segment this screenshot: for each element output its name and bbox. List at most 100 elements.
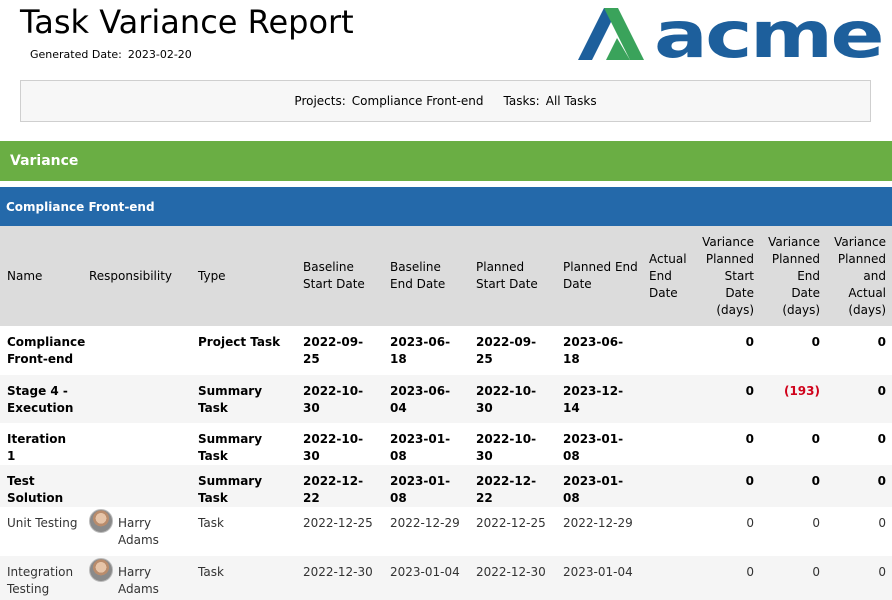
- cell-variance-start: 0: [746, 565, 754, 579]
- cell-variance-start: 0: [745, 432, 754, 446]
- col-variance-actual[interactable]: Variance Planned and Actual (days): [826, 226, 892, 326]
- table-row[interactable]: Test Solution Summary Task 2022-12-22 20…: [0, 465, 892, 507]
- tasks-label: Tasks:: [503, 94, 540, 108]
- cell-planned-end: 2023-06-18: [563, 335, 624, 366]
- projects-value: Compliance Front-end: [351, 94, 484, 108]
- avatar: [89, 509, 113, 533]
- cell-type: Summary Task: [198, 384, 263, 415]
- cell-planned-end: 2023-01-04: [563, 565, 633, 579]
- cell-variance-actual: 0: [878, 516, 886, 530]
- cell-variance-actual: 0: [877, 335, 886, 349]
- cell-baseline-end: 2023-01-08: [390, 432, 451, 463]
- generated-date: Generated Date: 2023-02-20: [30, 48, 192, 61]
- cell-baseline-start: 2022-09-25: [303, 335, 364, 366]
- avatar: [89, 558, 113, 582]
- cell-variance-actual: 0: [877, 432, 886, 446]
- acme-logo: acme: [578, 6, 884, 62]
- cell-baseline-end: 2023-01-04: [390, 565, 460, 579]
- col-actual-end[interactable]: Actual End Date: [642, 226, 695, 326]
- cell-variance-start: 0: [745, 474, 754, 488]
- col-type[interactable]: Type: [191, 226, 296, 326]
- cell-name: Unit Testing: [7, 516, 78, 530]
- cell-variance-start: 0: [745, 384, 754, 398]
- cell-variance-end: (193): [783, 384, 820, 398]
- col-responsibility[interactable]: Responsibility: [82, 226, 191, 326]
- cell-baseline-start: 2022-12-25: [303, 516, 373, 530]
- cell-responsibility: Harry Adams: [82, 556, 191, 600]
- table-row[interactable]: Integration Testing Harry Adams Task 202…: [0, 556, 892, 600]
- col-baseline-end[interactable]: Baseline End Date: [383, 226, 469, 326]
- cell-variance-end: 0: [811, 474, 820, 488]
- cell-name: Test Solution: [7, 474, 64, 505]
- col-baseline-start[interactable]: Baseline Start Date: [296, 226, 383, 326]
- cell-variance-end: 0: [811, 335, 820, 349]
- cell-type: Summary Task: [198, 474, 263, 505]
- cell-actual-end: [642, 556, 695, 600]
- col-planned-start[interactable]: Planned Start Date: [469, 226, 556, 326]
- cell-type: Project Task: [198, 335, 281, 349]
- cell-variance-end: 0: [811, 432, 820, 446]
- tasks-value: All Tasks: [545, 94, 597, 108]
- col-planned-end[interactable]: Planned End Date: [556, 226, 642, 326]
- table-row[interactable]: Unit Testing Harry Adams Task 2022-12-25…: [0, 507, 892, 556]
- cell-variance-start: 0: [745, 335, 754, 349]
- cell-planned-start: 2022-12-22: [476, 474, 537, 505]
- table-row[interactable]: Stage 4 - Execution Summary Task 2022-10…: [0, 375, 892, 423]
- cell-baseline-end: 2023-01-08: [390, 474, 451, 505]
- table-row[interactable]: Iteration 1 Summary Task 2022-10-30 2023…: [0, 423, 892, 465]
- variance-section-header: Variance: [0, 141, 892, 181]
- cell-actual-end: [642, 507, 695, 556]
- cell-actual-end: [642, 465, 695, 507]
- generated-date-label: Generated Date:: [30, 48, 122, 61]
- cell-name: Compliance Front-end: [7, 335, 86, 366]
- cell-baseline-start: 2022-12-22: [303, 474, 364, 505]
- cell-variance-actual: 0: [877, 384, 886, 398]
- variance-table: Name Responsibility Type Baseline Start …: [0, 226, 892, 600]
- cell-baseline-end: 2023-06-18: [390, 335, 451, 366]
- col-name[interactable]: Name: [0, 226, 82, 326]
- report-title: Task Variance Report: [20, 3, 354, 41]
- cell-responsibility: [82, 465, 191, 507]
- cell-actual-end: [642, 326, 695, 375]
- table-header-row: Name Responsibility Type Baseline Start …: [0, 226, 892, 326]
- cell-variance-actual: 0: [877, 474, 886, 488]
- cell-responsibility: Harry Adams: [82, 507, 191, 556]
- cell-responsibility: [82, 375, 191, 423]
- cell-type: Summary Task: [198, 432, 263, 463]
- cell-planned-end: 2023-12-14: [563, 384, 624, 415]
- cell-planned-start: 2022-12-30: [476, 565, 546, 579]
- cell-name: Integration Testing: [7, 565, 74, 596]
- col-variance-start[interactable]: Variance Planned Start Date (days): [695, 226, 760, 326]
- cell-planned-start: 2022-10-30: [476, 384, 537, 415]
- cell-variance-actual: 0: [878, 565, 886, 579]
- cell-planned-start: 2022-09-25: [476, 335, 537, 366]
- cell-responsibility: [82, 423, 191, 465]
- responsibility-name: Harry Adams: [118, 516, 159, 547]
- generated-date-value: 2023-02-20: [127, 48, 192, 61]
- cell-baseline-start: 2022-10-30: [303, 384, 364, 415]
- filter-summary: Projects: Compliance Front-end Tasks: Al…: [20, 80, 871, 122]
- projects-label: Projects:: [294, 94, 346, 108]
- cell-baseline-end: 2023-06-04: [390, 384, 451, 415]
- cell-planned-end: 2022-12-29: [563, 516, 633, 530]
- cell-actual-end: [642, 375, 695, 423]
- cell-name: Iteration 1: [7, 432, 66, 463]
- cell-actual-end: [642, 423, 695, 465]
- svg-text:acme: acme: [654, 6, 882, 62]
- table-row[interactable]: Compliance Front-end Project Task 2022-0…: [0, 326, 892, 375]
- cell-planned-end: 2023-01-08: [563, 432, 624, 463]
- project-group-header: Compliance Front-end: [0, 187, 892, 226]
- cell-planned-start: 2022-10-30: [476, 432, 537, 463]
- cell-type: Task: [198, 516, 224, 530]
- col-variance-end[interactable]: Variance Planned End Date (days): [760, 226, 826, 326]
- cell-planned-end: 2023-01-08: [563, 474, 624, 505]
- cell-variance-end: 0: [812, 516, 820, 530]
- cell-type: Task: [198, 565, 224, 579]
- cell-variance-start: 0: [746, 516, 754, 530]
- cell-name: Stage 4 - Execution: [7, 384, 74, 415]
- cell-baseline-end: 2022-12-29: [390, 516, 460, 530]
- cell-baseline-start: 2022-10-30: [303, 432, 364, 463]
- cell-responsibility: [82, 326, 191, 375]
- cell-variance-end: 0: [812, 565, 820, 579]
- cell-planned-start: 2022-12-25: [476, 516, 546, 530]
